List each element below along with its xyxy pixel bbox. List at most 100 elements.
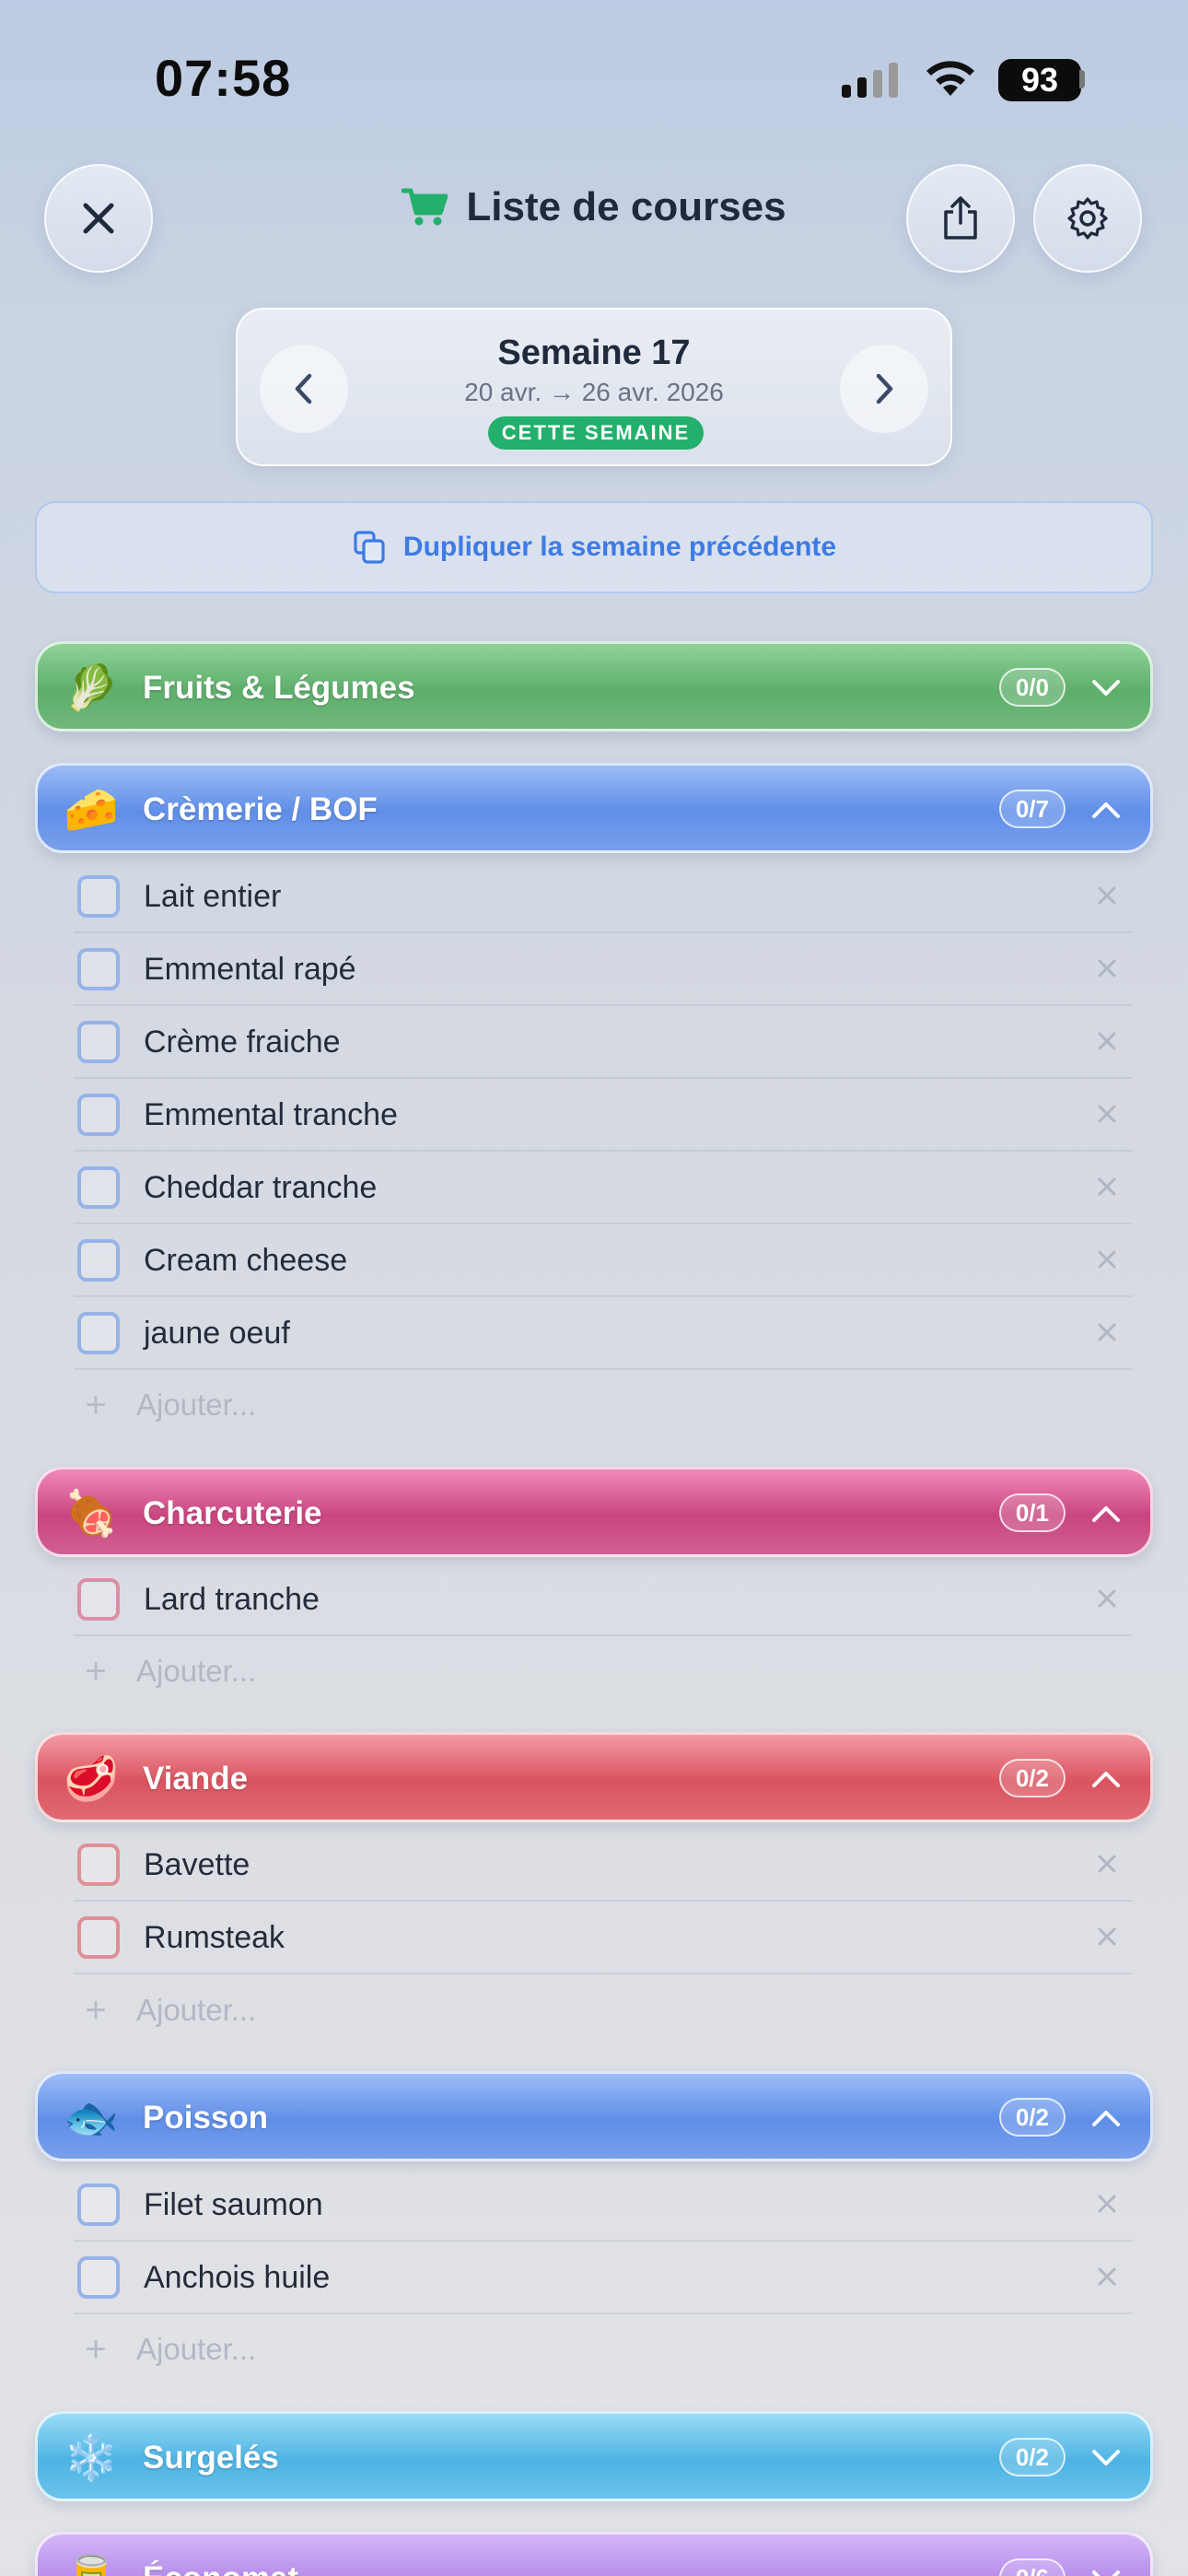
shopping-cart-icon: [402, 188, 448, 226]
add-item-placeholder: Ajouter...: [136, 1388, 257, 1422]
category-header-surgeles[interactable]: ❄️ Surgelés 0/2: [35, 2411, 1153, 2501]
gear-icon: [1067, 197, 1108, 240]
chevron-right-icon: [876, 373, 893, 404]
delete-item-icon[interactable]: [1092, 1317, 1122, 1347]
item-checkbox[interactable]: [77, 1239, 120, 1282]
category-name: Crèmerie / BOF: [143, 791, 378, 827]
lettuce-icon: 🥬: [64, 662, 119, 714]
delete-item-icon[interactable]: [1092, 954, 1122, 983]
duplicate-previous-week-button[interactable]: Dupliquer la semaine précédente: [35, 501, 1153, 593]
plus-icon: +: [85, 2328, 107, 2370]
delete-item-icon[interactable]: [1092, 1099, 1122, 1129]
item-checkbox[interactable]: [77, 2256, 120, 2299]
category-header-viande[interactable]: 🥩 Viande 0/2: [35, 1732, 1153, 1822]
share-icon: [944, 196, 977, 240]
list-item: Crème fraiche: [74, 1006, 1133, 1079]
settings-button[interactable]: [1033, 164, 1142, 273]
category-count-badge: 0/7: [998, 790, 1066, 828]
chevron-up-icon: [1092, 1506, 1120, 1522]
list-item: Lard tranche: [74, 1563, 1133, 1636]
week-selector: Semaine 17 20 avr. → 26 avr. 2026 CETTE …: [236, 308, 952, 466]
delete-item-icon[interactable]: [1092, 1026, 1122, 1056]
status-bar: 07:58 93: [0, 0, 1188, 157]
category-name: Fruits & Légumes: [143, 670, 415, 706]
add-item-placeholder: Ajouter...: [136, 1654, 257, 1688]
share-button[interactable]: [906, 164, 1015, 273]
add-item-cremerie[interactable]: + Ajouter...: [74, 1373, 810, 1437]
delete-item-icon[interactable]: [1092, 2262, 1122, 2291]
duplicate-button-label: Dupliquer la semaine précédente: [402, 532, 837, 562]
item-label: Crème fraiche: [144, 1025, 341, 1060]
category-header-charcuterie[interactable]: 🍖 Charcuterie 0/1: [35, 1467, 1153, 1557]
item-checkbox[interactable]: [77, 1312, 120, 1354]
category-count-badge: 0/2: [998, 2438, 1066, 2476]
category-header-economat[interactable]: 🥫 Économat 0/6: [35, 2532, 1153, 2576]
category-count-badge: 0/1: [998, 1493, 1066, 1532]
current-week-badge: CETTE SEMAINE: [488, 416, 704, 450]
add-item-viande[interactable]: + Ajouter...: [74, 1978, 810, 2043]
list-item: Bavette: [74, 1829, 1133, 1902]
item-checkbox[interactable]: [77, 875, 120, 918]
battery-cap: [1079, 70, 1085, 88]
category-count-badge: 0/2: [998, 2098, 1066, 2137]
delete-item-icon[interactable]: [1092, 1245, 1122, 1274]
category-name: Poisson: [143, 2100, 269, 2136]
item-checkbox[interactable]: [77, 1916, 120, 1959]
list-item: Cream cheese: [74, 1224, 1133, 1297]
category-count-badge: 0/2: [998, 1759, 1066, 1797]
plus-icon: +: [85, 1384, 107, 1425]
next-week-button[interactable]: [840, 345, 928, 433]
item-label: Emmental tranche: [144, 1097, 398, 1132]
item-label: Cream cheese: [144, 1243, 348, 1278]
list-item: Emmental tranche: [74, 1079, 1133, 1152]
item-label: Bavette: [144, 1847, 250, 1882]
copy-icon: [354, 531, 385, 564]
canned-food-icon: 🥫: [64, 2553, 119, 2576]
chevron-up-icon: [1092, 2111, 1120, 2126]
delete-item-icon[interactable]: [1092, 1922, 1122, 1951]
week-title: Semaine 17: [497, 334, 691, 372]
plus-icon: +: [85, 1650, 107, 1692]
chevron-up-icon: [1092, 802, 1120, 818]
item-label: Lait entier: [144, 879, 282, 914]
item-label: Lard tranche: [144, 1582, 320, 1617]
category-name: Viande: [143, 1761, 249, 1797]
delete-item-icon[interactable]: [1092, 2189, 1122, 2219]
chevron-up-icon: [1092, 1772, 1120, 1787]
item-checkbox[interactable]: [77, 1844, 120, 1886]
item-label: Emmental rapé: [144, 952, 356, 987]
item-checkbox[interactable]: [77, 1021, 120, 1063]
list-item: Cheddar tranche: [74, 1152, 1133, 1224]
item-checkbox[interactable]: [77, 1578, 120, 1621]
category-name: Économat: [143, 2560, 298, 2576]
item-label: Filet saumon: [144, 2187, 323, 2222]
add-item-poisson[interactable]: + Ajouter...: [74, 2317, 810, 2382]
plus-icon: +: [85, 1989, 107, 2031]
battery-indicator: 93: [998, 59, 1081, 101]
item-label: Anchois huile: [144, 2260, 331, 2295]
list-item: Filet saumon: [74, 2169, 1133, 2242]
delete-item-icon[interactable]: [1092, 1584, 1122, 1613]
item-checkbox[interactable]: [77, 2184, 120, 2226]
item-checkbox[interactable]: [77, 948, 120, 990]
delete-item-icon[interactable]: [1092, 1172, 1122, 1201]
category-header-poisson[interactable]: 🐟 Poisson 0/2: [35, 2071, 1153, 2161]
chevron-down-icon: [1092, 2570, 1120, 2576]
delete-item-icon[interactable]: [1092, 881, 1122, 910]
category-name: Charcuterie: [143, 1495, 322, 1531]
chevron-down-icon: [1092, 2450, 1120, 2465]
item-label: jaune oeuf: [144, 1316, 290, 1351]
item-checkbox[interactable]: [77, 1166, 120, 1209]
category-header-cremerie[interactable]: 🧀 Crèmerie / BOF 0/7: [35, 763, 1153, 853]
steak-icon: 🥩: [64, 1753, 119, 1805]
meat-on-bone-icon: 🍖: [64, 1488, 119, 1540]
cheese-icon: 🧀: [64, 784, 119, 836]
item-checkbox[interactable]: [77, 1094, 120, 1136]
list-item: Rumsteak: [74, 1902, 1133, 1974]
add-item-charcuterie[interactable]: + Ajouter...: [74, 1639, 810, 1704]
delete-item-icon[interactable]: [1092, 1849, 1122, 1879]
category-count-badge: 0/6: [998, 2558, 1066, 2576]
category-header-fruits-legumes[interactable]: 🥬 Fruits & Légumes 0/0: [35, 641, 1153, 732]
list-item: Lait entier: [74, 861, 1133, 933]
wifi-icon: [926, 61, 974, 96]
